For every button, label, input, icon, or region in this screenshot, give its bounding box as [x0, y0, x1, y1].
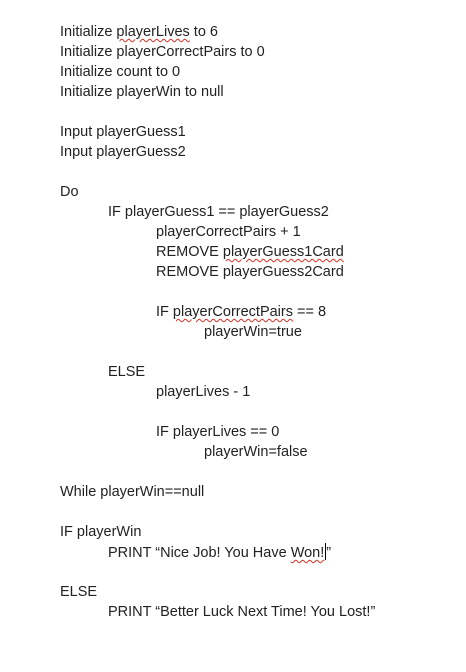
misspelled-word: Won! [290, 545, 325, 561]
misspelled-word: playerLives [116, 24, 190, 40]
code-line-else-2: ELSE [60, 584, 98, 600]
line-text: ” [326, 545, 332, 561]
code-line-input2: Input playerGuess2 [60, 144, 186, 160]
code-line-lives-decrement: playerLives - 1 [156, 384, 251, 400]
code-line-init-pairs: Initialize playerCorrectPairs to 0 [60, 44, 265, 60]
line-text: PRINT “Nice Job! You Have [108, 545, 291, 561]
code-line-print-win[interactable]: PRINT “Nice Job! You Have Won!” [108, 543, 331, 562]
code-line-init-count: Initialize count to 0 [60, 64, 181, 80]
line-text: to 6 [189, 24, 218, 40]
code-line-input1: Input playerGuess1 [60, 124, 186, 140]
code-line-do: Do [60, 184, 79, 200]
line-text: == 8 [293, 304, 327, 320]
code-line-if-guess: IF playerGuess1 == playerGuess2 [108, 204, 329, 220]
code-line-print-lose: PRINT “Better Luck Next Time! You Lost!” [108, 604, 376, 620]
document-page: Initialize playerLives to 6 Initialize p… [0, 0, 466, 672]
code-line-if-lives: IF playerLives == 0 [156, 424, 280, 440]
code-line-remove1: REMOVE playerGuess1Card [156, 243, 344, 261]
line-text: Initialize [60, 24, 117, 40]
code-line-if-win: IF playerWin [60, 524, 142, 540]
code-line-win-false: playerWin=false [204, 444, 308, 460]
code-line-init-lives: Initialize playerLives to 6 [60, 23, 218, 41]
line-text: REMOVE [156, 244, 223, 260]
code-line-else-1: ELSE [108, 364, 146, 380]
line-text: IF [156, 304, 173, 320]
code-line-remove2: REMOVE playerGuess2Card [156, 264, 344, 280]
misspelled-word: playerCorrectPairs [172, 304, 293, 320]
code-line-init-win: Initialize playerWin to null [60, 84, 224, 100]
code-line-if-pairs: IF playerCorrectPairs == 8 [156, 303, 326, 321]
code-line-while: While playerWin==null [60, 484, 205, 500]
misspelled-word: playerGuess1Card [222, 244, 344, 260]
code-line-pairs-increment: playerCorrectPairs + 1 [156, 224, 301, 240]
code-line-win-true: playerWin=true [204, 324, 302, 340]
